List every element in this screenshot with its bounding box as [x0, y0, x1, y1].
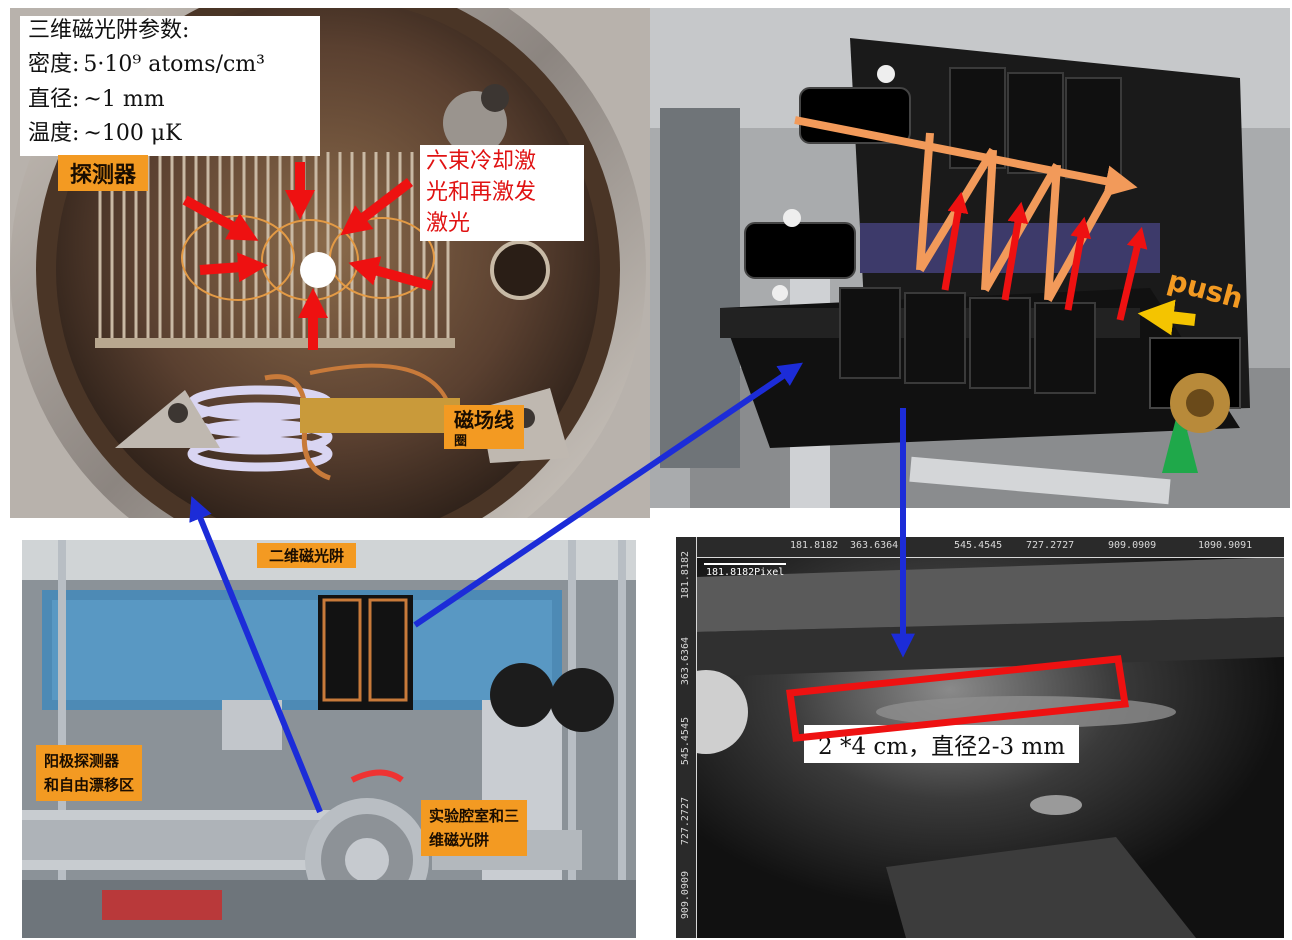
x-tick-2: 363.6364 [850, 540, 899, 551]
coil-line-2: 圈 [454, 434, 468, 449]
six-beam-label: 六束冷却激 光和再激发 激光 [420, 145, 584, 242]
scale-bar-label: 181.8182Pixel [706, 567, 785, 578]
y-tick-2: 363.6364 [680, 637, 691, 686]
scale-bar [704, 563, 786, 565]
y-tick-4: 727.2727 [680, 797, 691, 846]
chamber-photo: 三维磁光阱参数: 密度: 5·10⁹ atoms/cm³ 直径: ~1 mm 温度:… [10, 8, 650, 518]
mot2d-photo: push [650, 8, 1290, 508]
temperature-label: 温度: [28, 121, 80, 146]
experiment-chamber-label: 实验腔室和三 维磁光阱 [421, 800, 528, 856]
setup-photo [22, 540, 636, 938]
density-value: 5·10⁹ atoms/cm³ [83, 52, 265, 77]
mot3d-parameters-box: 三维磁光阱参数: 密度: 5·10⁹ atoms/cm³ 直径: ~1 mm 温度:… [20, 16, 320, 156]
six-beam-line-3: 激光 [426, 210, 471, 236]
temperature-row: 温度: ~100 μK [28, 123, 182, 145]
x-tick-6: 1090.9091 [1198, 540, 1253, 551]
x-tick-5: 909.0909 [1108, 540, 1157, 551]
coil-label: 磁场线 圈 [444, 405, 524, 449]
anode-line-1: 阳极探测器 [44, 752, 120, 770]
temperature-value: ~100 μK [83, 121, 182, 146]
diameter-value: ~1 mm [83, 87, 165, 112]
density-label: 密度: [28, 52, 80, 77]
y-tick-5: 909.0909 [680, 871, 691, 920]
camera-x-ruler: 181.8182 363.6364 545.4545 727.2727 909.… [676, 537, 1284, 558]
setup-photo-drawing [22, 540, 636, 938]
diameter-label: 直径: [28, 87, 80, 112]
x-tick-4: 727.2727 [1026, 540, 1075, 551]
y-tick-1: 181.8182 [680, 551, 691, 600]
x-tick-1: 181.8182 [790, 540, 839, 551]
diameter-row: 直径: ~1 mm [28, 89, 165, 111]
six-beam-line-1: 六束冷却激 [426, 149, 537, 174]
camera-y-ruler: 181.8182 363.6364 545.4545 727.2727 909.… [676, 537, 697, 938]
mot2d-label: 二维磁光阱 [257, 543, 357, 568]
anode-detector-label: 阳极探测器 和自由漂移区 [36, 745, 143, 801]
coil-line-1: 磁场线 [454, 408, 514, 432]
chamber-line-2: 维磁光阱 [429, 831, 490, 849]
anode-line-2: 和自由漂移区 [44, 776, 135, 794]
chamber-line-1: 实验腔室和三 [429, 807, 520, 825]
detector-label: 探测器 [58, 155, 149, 191]
density-row: 密度: 5·10⁹ atoms/cm³ [28, 54, 265, 76]
x-tick-3: 545.4545 [954, 540, 1003, 551]
six-beam-line-2: 光和再激发 [426, 179, 537, 205]
mot2d-photo-drawing [650, 8, 1290, 508]
beam-dimension-label: 2 *4 cm，直径2-3 mm [804, 725, 1080, 763]
y-tick-3: 545.4545 [680, 717, 691, 766]
mot3d-title: 三维磁光阱参数: [28, 18, 190, 43]
